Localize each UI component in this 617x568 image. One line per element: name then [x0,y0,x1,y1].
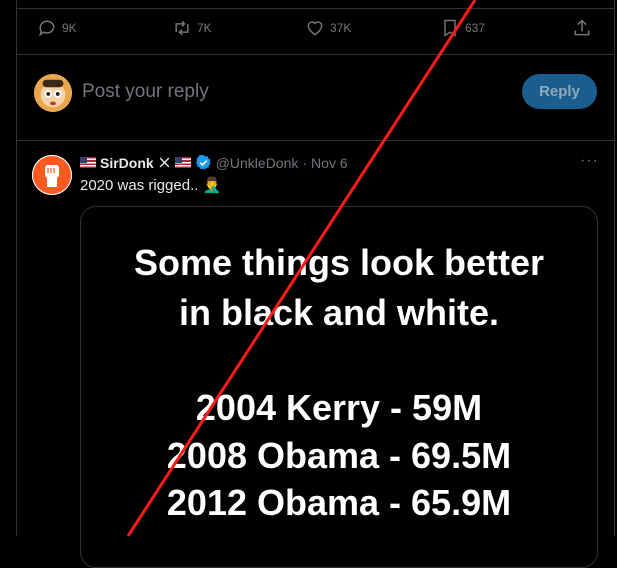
reply-composer: Post your reply Reply [30,70,597,116]
reply-action[interactable]: 9K [37,18,77,38]
avatar[interactable] [34,74,72,112]
author-handle[interactable]: @UnkleDonk [216,155,299,171]
share-icon [574,19,590,36]
reply-button[interactable]: Reply [522,74,597,109]
author-avatar[interactable] [32,155,72,195]
heart-icon [307,21,323,36]
like-count: 37K [330,21,352,35]
tweet-image[interactable]: Some things look better in black and whi… [80,206,598,568]
facepalm-emoji: 🤦‍♂️ [202,177,222,194]
repost-icon [175,20,189,36]
share-action[interactable] [572,18,592,38]
display-name[interactable]: SirDonk [100,155,154,171]
bookmark-count: 637 [465,21,486,35]
tweet-text: 2020 was rigged.. 🤦‍♂️ [80,176,221,194]
action-bar: 9K 7K 37K 637 [0,18,617,46]
tweet[interactable]: SirDonk @UnkleDonk · Nov 6 ··· 2020 was … [16,140,617,568]
more-options-icon[interactable]: ··· [580,152,599,170]
verified-badge-icon [195,154,211,170]
reply-input[interactable]: Post your reply [82,81,209,103]
tweet-date[interactable]: Nov 6 [311,155,348,171]
divider-actions [16,54,614,55]
image-text-line: 2008 Obama - 69.5M [166,435,512,476]
raised-fist-icon [32,155,72,195]
image-text-line: Some things look better [133,242,545,283]
tweet-header: SirDonk @UnkleDonk · Nov 6 [80,154,348,171]
image-text-line: 2004 Kerry - 59M [195,387,483,428]
like-action[interactable]: 37K [305,18,351,38]
repost-count: 7K [197,21,212,35]
meta-separator: · [302,154,308,171]
x-logo-icon [159,157,170,168]
tweet-body: 2020 was rigged.. [80,177,199,194]
us-flag-icon [80,157,96,168]
bookmark-action[interactable]: 637 [440,18,485,38]
us-flag-icon [174,157,191,168]
reply-count: 9K [62,21,77,35]
image-text-line: in black and white. [178,292,500,333]
avatar-image [34,74,72,112]
repost-action[interactable]: 7K [172,18,212,38]
divider-top [16,8,614,9]
reply-icon [39,20,55,37]
image-text-line: 2012 Obama - 65.9M [166,482,512,523]
bookmark-icon [444,19,456,37]
